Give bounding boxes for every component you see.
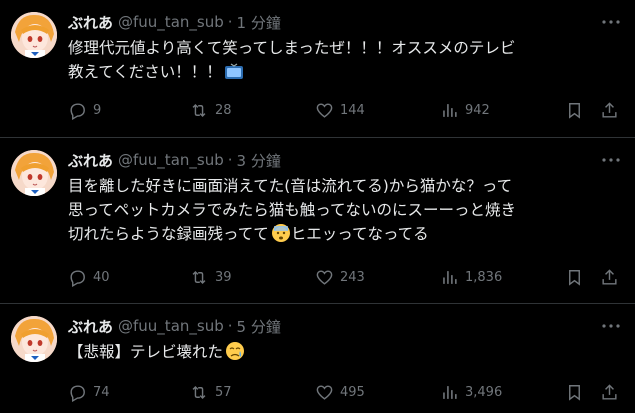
more-options-button[interactable] — [601, 12, 621, 32]
share-button[interactable] — [600, 98, 619, 122]
like-count: 243 — [340, 269, 365, 285]
reply-count: 74 — [93, 384, 110, 400]
more-icon — [602, 20, 620, 24]
separator-dot: · — [227, 151, 233, 169]
avatar[interactable] — [11, 150, 57, 196]
reply-button[interactable]: 40 — [68, 265, 110, 289]
tweet-header: ぶれあ @fuu_tan_sub · 3 分鐘 — [68, 149, 281, 171]
share-icon — [602, 383, 617, 400]
tweet-actions: 40 39 243 1,836 — [68, 265, 620, 289]
reply-button[interactable]: 9 — [68, 98, 101, 122]
retweet-icon — [192, 385, 206, 399]
retweet-icon — [192, 103, 206, 117]
share-button[interactable] — [600, 380, 619, 404]
reply-icon — [70, 269, 85, 287]
views-button[interactable]: 1,836 — [440, 265, 502, 289]
tweet-body: 修理代元値より高くて笑ってしまったぜ！！！オススメのテレビ 教えてください！！！ — [68, 39, 516, 81]
reply-count: 40 — [93, 269, 110, 285]
more-options-button[interactable] — [601, 316, 621, 336]
like-count: 144 — [340, 102, 365, 118]
share-icon — [602, 101, 617, 118]
tweet-body-end: ヒエッってなってる — [290, 225, 429, 243]
bookmark-icon — [569, 384, 580, 401]
reply-icon — [70, 102, 85, 120]
tweet[interactable]: ぶれあ @fuu_tan_sub · 1 分鐘 修理代元値より高くて笑ってしまっ… — [0, 0, 635, 138]
like-button[interactable]: 495 — [315, 380, 365, 404]
avatar[interactable] — [11, 316, 57, 362]
share-button[interactable] — [600, 265, 619, 289]
display-name[interactable]: ぶれあ — [68, 150, 113, 171]
share-icon — [602, 268, 617, 285]
bookmark-button[interactable] — [565, 380, 584, 404]
bookmark-button[interactable] — [565, 265, 584, 289]
timeline-feed: ぶれあ @fuu_tan_sub · 1 分鐘 修理代元値より高くて笑ってしまっ… — [0, 0, 635, 413]
heart-icon — [316, 269, 333, 285]
user-handle[interactable]: @fuu_tan_sub — [118, 317, 224, 335]
separator-dot: · — [227, 13, 233, 31]
reply-count: 9 — [93, 102, 102, 118]
retweet-count: 57 — [215, 384, 232, 400]
avatar[interactable] — [11, 12, 57, 58]
tweet[interactable]: ぶれあ @fuu_tan_sub · 3 分鐘 目を離した好きに画面消えてた(音… — [0, 138, 635, 304]
bookmark-icon — [569, 269, 580, 286]
display-name[interactable]: ぶれあ — [68, 12, 113, 33]
timestamp[interactable]: 1 分鐘 — [237, 12, 281, 33]
bookmark-button[interactable] — [565, 98, 584, 122]
anxious-face-emoji-icon — [271, 223, 291, 250]
user-handle[interactable]: @fuu_tan_sub — [118, 151, 224, 169]
views-button[interactable]: 942 — [440, 98, 490, 122]
retweet-button[interactable]: 57 — [189, 380, 232, 404]
retweet-count: 28 — [215, 102, 232, 118]
retweet-button[interactable]: 39 — [189, 265, 232, 289]
tweet-text: 【悲報】テレビ壊れた — [68, 340, 620, 368]
like-button[interactable]: 144 — [315, 98, 365, 122]
heart-icon — [316, 384, 333, 400]
tweet-body: 【悲報】テレビ壊れた — [68, 343, 224, 361]
views-button[interactable]: 3,496 — [440, 380, 502, 404]
retweet-count: 39 — [215, 269, 232, 285]
tweet-text: 修理代元値より高くて笑ってしまったぜ！！！オススメのテレビ 教えてください！！！ — [68, 36, 620, 88]
reply-button[interactable]: 74 — [68, 380, 110, 404]
tweet-header: ぶれあ @fuu_tan_sub · 5 分鐘 — [68, 315, 281, 337]
view-count: 3,496 — [465, 384, 503, 400]
view-count: 942 — [465, 102, 490, 118]
tweet-header: ぶれあ @fuu_tan_sub · 1 分鐘 — [68, 11, 281, 33]
crying-face-emoji-icon — [225, 341, 245, 368]
reply-icon — [70, 384, 85, 402]
retweet-icon — [192, 270, 206, 284]
more-icon — [602, 324, 620, 328]
analytics-icon — [443, 270, 457, 284]
timestamp[interactable]: 5 分鐘 — [237, 316, 281, 337]
timestamp[interactable]: 3 分鐘 — [237, 150, 281, 171]
display-name[interactable]: ぶれあ — [68, 316, 113, 337]
retweet-button[interactable]: 28 — [189, 98, 232, 122]
view-count: 1,836 — [465, 269, 503, 285]
tweet-actions: 74 57 495 3,496 — [68, 380, 620, 404]
analytics-icon — [443, 103, 457, 117]
heart-icon — [316, 102, 333, 118]
user-handle[interactable]: @fuu_tan_sub — [118, 13, 224, 31]
tweet-text: 目を離した好きに画面消えてた(音は流れてる)から猫かな？って 思ってペットカメラ… — [68, 174, 620, 250]
bookmark-icon — [569, 102, 580, 119]
like-button[interactable]: 243 — [315, 265, 365, 289]
more-icon — [602, 158, 620, 162]
tv-emoji-icon — [224, 63, 244, 88]
separator-dot: · — [227, 317, 233, 335]
analytics-icon — [443, 385, 457, 399]
tweet-actions: 9 28 144 942 — [68, 98, 620, 122]
like-count: 495 — [340, 384, 365, 400]
more-options-button[interactable] — [601, 150, 621, 170]
tweet[interactable]: ぶれあ @fuu_tan_sub · 5 分鐘 【悲報】テレビ壊れた 74 57… — [0, 304, 635, 413]
